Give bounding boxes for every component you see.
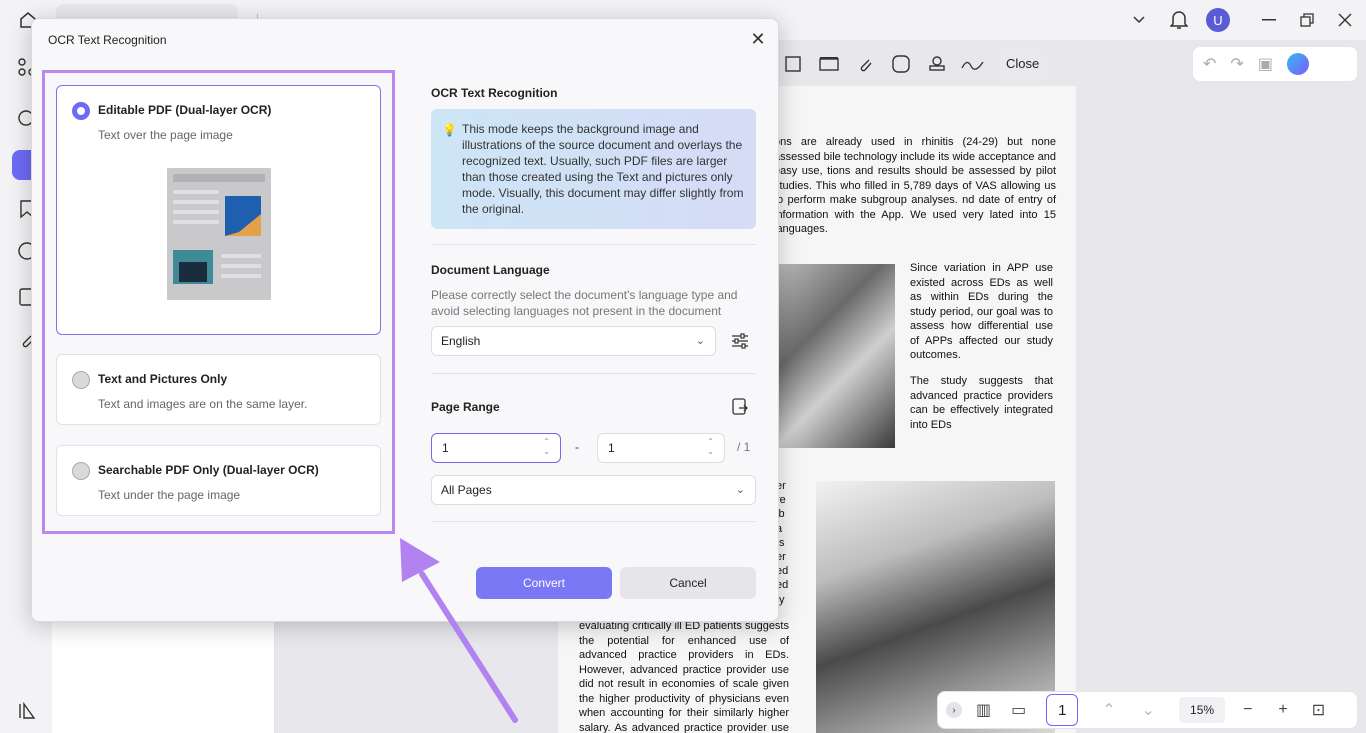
paperclip-icon[interactable] bbox=[850, 49, 880, 79]
page-to-input[interactable]: 1 ⌃ ⌄ bbox=[597, 433, 725, 463]
zoom-level[interactable]: 15% bbox=[1179, 697, 1226, 723]
mode-info-box: 💡 This mode keeps the background image a… bbox=[431, 109, 756, 229]
present-icon[interactable]: ▭ bbox=[1011, 700, 1026, 720]
ocr-heading: OCR Text Recognition bbox=[431, 86, 558, 100]
previous-page-icon[interactable]: ⌃ bbox=[1102, 700, 1115, 720]
textbox-icon[interactable] bbox=[814, 49, 844, 79]
page-range-heading: Page Range bbox=[431, 400, 500, 414]
option-searchable-pdf[interactable]: Searchable PDF Only (Dual-layer OCR) Tex… bbox=[56, 445, 381, 516]
page-paragraph: The study suggests that advanced practic… bbox=[910, 375, 1053, 431]
option-subtitle: Text over the page image bbox=[98, 128, 233, 142]
page-navigation-bar: › ▥ ▭ 1 ⌃ ⌄ 15% − + ⊡ bbox=[937, 691, 1358, 729]
document-illustration-icon bbox=[161, 164, 275, 304]
stepper-arrows-icon[interactable]: ⌃ ⌄ bbox=[543, 437, 550, 457]
range-separator: - bbox=[575, 440, 579, 454]
expand-icon[interactable]: › bbox=[946, 702, 962, 718]
page-from-value: 1 bbox=[442, 441, 449, 455]
cancel-button[interactable]: Cancel bbox=[620, 567, 756, 599]
window-close-icon[interactable] bbox=[1334, 9, 1356, 31]
page-view-icon[interactable]: ▥ bbox=[976, 700, 991, 720]
page-total: / 1 bbox=[737, 440, 751, 454]
toolbar-close-button[interactable]: Close bbox=[998, 47, 1048, 81]
signature-icon[interactable] bbox=[958, 49, 988, 79]
option-text-and-pictures[interactable]: Text and Pictures Only Text and images a… bbox=[56, 354, 381, 425]
stepper-arrows-icon[interactable]: ⌃ ⌄ bbox=[707, 437, 714, 457]
next-page-icon[interactable]: ⌄ bbox=[1142, 700, 1155, 720]
radio-button[interactable] bbox=[72, 462, 90, 480]
language-value: English bbox=[441, 334, 481, 348]
page-photo bbox=[777, 264, 895, 448]
convert-button[interactable]: Convert bbox=[476, 567, 612, 599]
language-heading: Document Language bbox=[431, 263, 550, 277]
mode-info-text: This mode keeps the background image and… bbox=[462, 122, 744, 216]
sticker-icon[interactable] bbox=[886, 49, 916, 79]
radio-button[interactable] bbox=[72, 102, 90, 120]
option-editable-pdf[interactable]: Editable PDF (Dual-layer OCR) Text over … bbox=[56, 85, 381, 335]
dialog-title: OCR Text Recognition bbox=[48, 33, 167, 47]
ai-assistant-icon[interactable] bbox=[1286, 53, 1309, 75]
page-from-input[interactable]: 1 ⌃ ⌄ bbox=[431, 433, 561, 463]
language-settings-icon[interactable] bbox=[731, 332, 749, 350]
page-range-select[interactable]: All Pages ⌄ bbox=[431, 475, 756, 505]
option-subtitle: Text and images are on the same layer. bbox=[98, 397, 308, 411]
section-divider bbox=[431, 521, 756, 522]
chevron-down-icon[interactable] bbox=[1130, 9, 1148, 31]
page-range-value: All Pages bbox=[441, 483, 492, 497]
page-paragraph: Since variation in APP use existed acros… bbox=[910, 262, 1053, 361]
bell-icon[interactable] bbox=[1168, 9, 1190, 31]
restore-icon[interactable] bbox=[1296, 9, 1318, 31]
ocr-dialog: OCR Text Recognition ✕ Editable PDF (Dua… bbox=[31, 18, 779, 622]
page-swap-icon[interactable] bbox=[731, 398, 749, 416]
fit-page-icon[interactable]: ⊡ bbox=[1312, 700, 1325, 720]
shape-icon[interactable] bbox=[778, 49, 808, 79]
radio-button[interactable] bbox=[72, 371, 90, 389]
lightbulb-icon: 💡 bbox=[442, 123, 457, 137]
dialog-close-icon[interactable]: ✕ bbox=[748, 29, 768, 49]
redo-icon[interactable]: ↷ bbox=[1230, 54, 1243, 74]
zoom-in-icon[interactable]: + bbox=[1278, 701, 1287, 719]
zoom-out-icon[interactable]: − bbox=[1243, 701, 1252, 719]
history-toolbar: ↶ ↷ ▣ bbox=[1192, 46, 1358, 82]
option-title: Editable PDF (Dual-layer OCR) bbox=[98, 103, 272, 117]
language-select[interactable]: English ⌄ bbox=[431, 326, 716, 356]
avatar-letter: U bbox=[1206, 8, 1230, 32]
option-title: Text and Pictures Only bbox=[98, 372, 228, 386]
page-to-value: 1 bbox=[608, 441, 615, 455]
chevron-down-icon: ⌄ bbox=[695, 335, 705, 347]
section-divider bbox=[431, 373, 756, 374]
page-paragraph: evaluating critically ill ED patients su… bbox=[579, 620, 789, 733]
page-number-input[interactable]: 1 bbox=[1046, 694, 1079, 726]
option-title: Searchable PDF Only (Dual-layer OCR) bbox=[98, 463, 319, 477]
save-icon[interactable]: ▣ bbox=[1258, 54, 1273, 74]
user-avatar[interactable]: U bbox=[1206, 8, 1230, 32]
sidebar-toggle-icon[interactable] bbox=[16, 700, 38, 722]
language-description: Please correctly select the document's l… bbox=[431, 288, 738, 318]
option-subtitle: Text under the page image bbox=[98, 488, 241, 502]
minimize-icon[interactable] bbox=[1258, 9, 1280, 31]
chevron-down-icon: ⌄ bbox=[735, 484, 745, 496]
section-divider bbox=[431, 244, 756, 245]
annotation-toolbar: Close bbox=[778, 46, 1108, 82]
undo-icon[interactable]: ↶ bbox=[1203, 54, 1216, 74]
page-paragraph: ons are already used in rhinitis (24-29)… bbox=[774, 136, 1056, 235]
stamp-icon[interactable] bbox=[922, 49, 952, 79]
